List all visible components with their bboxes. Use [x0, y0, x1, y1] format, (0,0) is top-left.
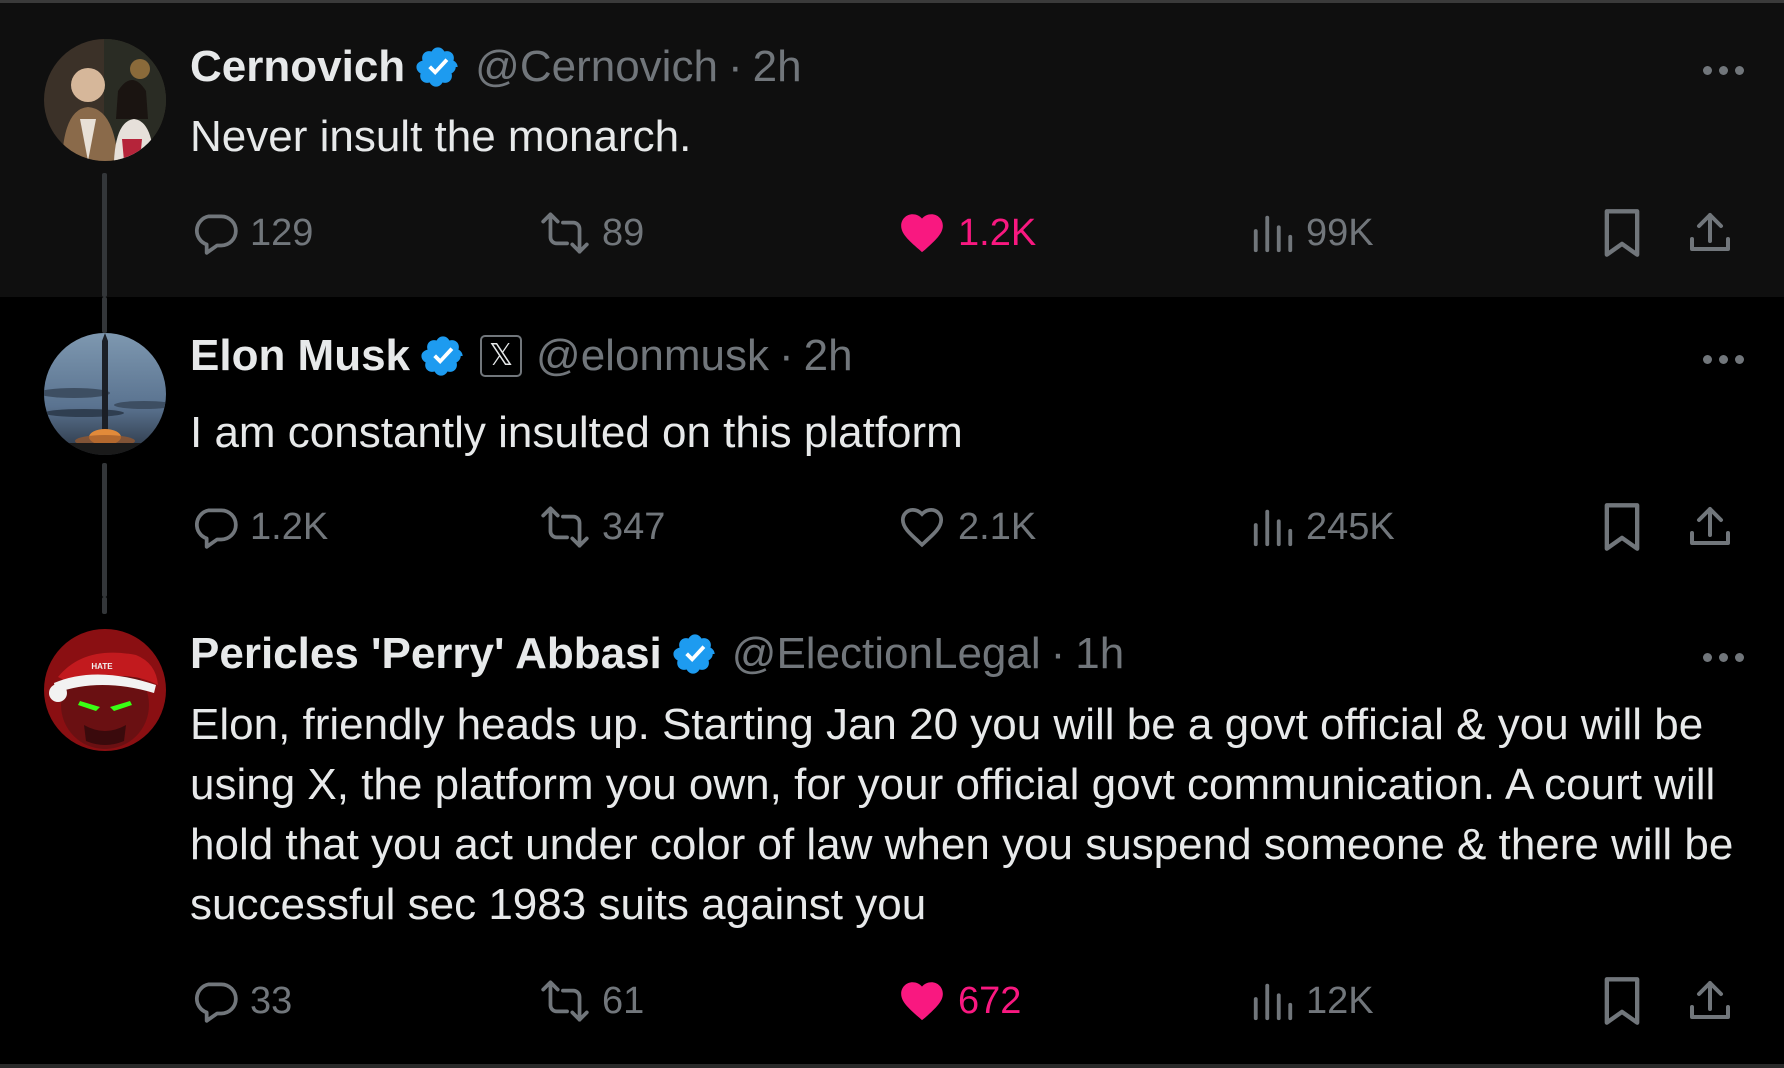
author-name[interactable]: Cernovich [190, 41, 405, 93]
author-name[interactable]: Elon Musk [190, 330, 410, 382]
reply-button[interactable]: 1.2K [190, 497, 328, 557]
views-button[interactable]: 245K [1250, 497, 1395, 557]
share-button[interactable] [1686, 497, 1734, 557]
thread-line [102, 297, 107, 333]
like-button[interactable]: 2.1K [896, 497, 1036, 557]
share-icon [1690, 507, 1730, 545]
repost-icon [541, 212, 589, 254]
reply-icon [194, 508, 238, 549]
tweet-text: Elon, friendly heads up. Starting Jan 20… [190, 700, 1734, 929]
action-bar: 33 61 672 12K [190, 971, 1746, 1031]
author-name[interactable]: Pericles 'Perry' Abbasi [190, 628, 662, 680]
more-icon[interactable] [1703, 653, 1744, 662]
window-bottom-edge [0, 1064, 1784, 1068]
reply-icon [194, 214, 238, 255]
tweet-cernovich[interactable]: Cernovich @Cernovich · 2h Never insult t… [0, 3, 1784, 297]
verified-badge-icon [415, 44, 461, 90]
like-button[interactable]: 1.2K [896, 203, 1036, 263]
author-handle[interactable]: @Cernovich [475, 41, 718, 93]
bookmark-icon [1604, 503, 1640, 551]
like-count: 1.2K [958, 211, 1037, 254]
thread-line [102, 173, 107, 297]
views-button[interactable]: 12K [1250, 971, 1374, 1031]
verified-badge-icon [672, 631, 718, 677]
reply-count: 129 [250, 211, 314, 254]
reply-count: 1.2K [250, 505, 329, 548]
repost-count: 347 [602, 505, 666, 548]
views-icon [1253, 983, 1293, 1021]
tweet-header: Cernovich @Cernovich · 2h [190, 41, 802, 93]
like-icon [901, 982, 943, 1021]
more-icon[interactable] [1703, 355, 1744, 364]
bookmark-button[interactable] [1600, 971, 1644, 1031]
repost-icon [541, 980, 589, 1022]
views-icon [1253, 509, 1293, 547]
views-count: 99K [1306, 211, 1374, 254]
repost-icon [541, 506, 589, 548]
bookmark-icon [1604, 977, 1640, 1025]
tweet-header-abbasi: Pericles 'Perry' Abbasi @ElectionLegal ·… [190, 628, 1124, 680]
timestamp[interactable]: 2h [804, 330, 853, 382]
more-icon[interactable] [1703, 66, 1744, 75]
bookmark-icon [1604, 209, 1640, 257]
bookmark-button[interactable] [1600, 203, 1644, 263]
svg-text:HATE: HATE [91, 662, 113, 671]
author-handle[interactable]: @ElectionLegal [732, 628, 1041, 680]
thread-line [102, 597, 107, 614]
share-button[interactable] [1686, 971, 1734, 1031]
repost-count: 89 [602, 211, 645, 254]
repost-button[interactable]: 61 [538, 971, 644, 1031]
like-count: 2.1K [958, 505, 1037, 548]
avatar-elonmusk[interactable] [44, 333, 166, 455]
like-button[interactable]: 672 [896, 971, 1021, 1031]
timestamp[interactable]: 2h [753, 41, 802, 93]
reply-button[interactable]: 33 [190, 971, 292, 1031]
like-icon [900, 508, 944, 548]
views-icon [1253, 215, 1293, 253]
like-count: 672 [958, 979, 1022, 1022]
reply-count: 33 [250, 979, 293, 1022]
action-bar: 1.2K 347 2.1K 245K [190, 497, 1746, 557]
author-handle[interactable]: @elonmusk [536, 330, 769, 382]
tweet-elonmusk[interactable]: Elon Musk 𝕏 @elonmusk · 2h I am constant… [0, 297, 1784, 597]
avatar-electionlegal[interactable]: HATE [44, 629, 166, 751]
share-button[interactable] [1686, 203, 1734, 263]
views-button[interactable]: 99K [1250, 203, 1374, 263]
repost-count: 61 [602, 979, 645, 1022]
reply-icon [194, 982, 238, 1023]
thread-line [102, 463, 107, 597]
tweet-header-elon: Elon Musk 𝕏 @elonmusk · 2h [190, 330, 853, 382]
separator-dot: · [727, 42, 743, 91]
tweet-text: Never insult the monarch. [190, 112, 692, 161]
views-count: 245K [1306, 505, 1395, 548]
separator-dot: · [779, 331, 794, 380]
repost-button[interactable]: 347 [538, 497, 665, 557]
share-icon [1690, 981, 1730, 1019]
tweet-electionlegal[interactable]: HATE Pericles 'Perry' Abbasi @ElectionLe… [0, 597, 1784, 1064]
like-icon [901, 214, 943, 253]
tweet-text: I am constantly insulted on this platfor… [190, 408, 963, 457]
verified-badge-icon [420, 333, 466, 379]
avatar-cernovich[interactable] [44, 39, 166, 161]
share-icon [1690, 213, 1730, 251]
bookmark-button[interactable] [1600, 497, 1644, 557]
repost-button[interactable]: 89 [538, 203, 644, 263]
action-bar: 129 89 1.2K 99K [190, 203, 1746, 263]
reply-button[interactable]: 129 [190, 203, 313, 263]
timestamp[interactable]: 1h [1075, 628, 1124, 680]
x-logo-icon[interactable]: 𝕏 [480, 335, 523, 377]
views-count: 12K [1306, 979, 1374, 1022]
separator-dot: · [1050, 629, 1066, 678]
